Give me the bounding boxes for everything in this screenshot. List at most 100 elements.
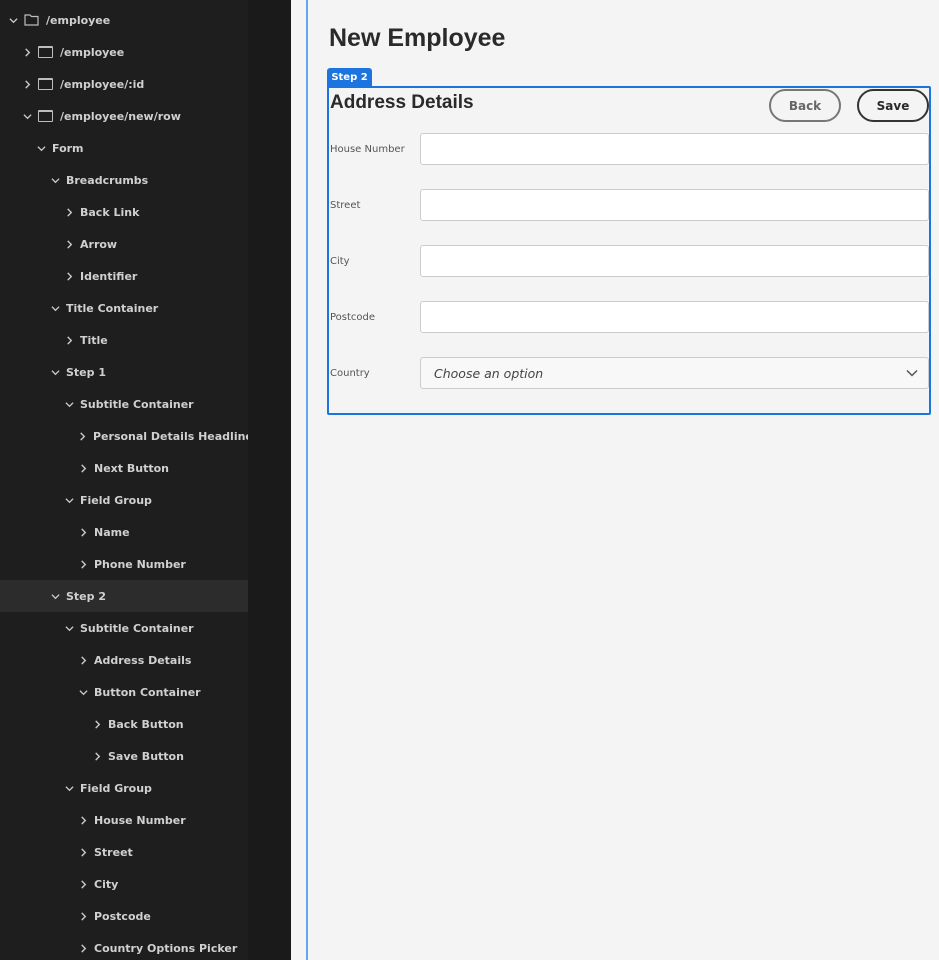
step-tag[interactable]: Step 2 <box>327 68 372 87</box>
back-button[interactable]: Back <box>769 89 841 122</box>
chevron-down-icon[interactable] <box>22 111 32 121</box>
chevron-right-icon[interactable] <box>78 879 88 889</box>
tree-item-label: Back Link <box>80 205 140 219</box>
tree-item[interactable]: Subtitle Container <box>0 388 248 420</box>
tree-item[interactable]: Next Button <box>0 452 248 484</box>
chevron-right-icon[interactable] <box>92 751 102 761</box>
field-label: House Number <box>330 143 405 155</box>
tree-item[interactable]: /employee <box>0 4 248 36</box>
field-label: Country <box>330 367 370 379</box>
chevron-right-icon[interactable] <box>78 431 87 441</box>
tree-item[interactable]: Phone Number <box>0 548 248 580</box>
tree-item[interactable]: Name <box>0 516 248 548</box>
tree-item[interactable]: Subtitle Container <box>0 612 248 644</box>
chevron-down-icon[interactable] <box>50 303 60 313</box>
tree-item-label: Field Group <box>80 781 152 795</box>
chevron-down-icon[interactable] <box>50 591 60 601</box>
address-details-headline: Address Details <box>330 92 474 113</box>
chevron-right-icon[interactable] <box>78 527 88 537</box>
step-2-container[interactable]: Address Details Back Save House Number S… <box>327 86 931 415</box>
city-input[interactable] <box>420 245 929 277</box>
tree-item[interactable]: Country Options Picker <box>0 932 248 960</box>
tree-item[interactable]: Form <box>0 132 248 164</box>
tree-item[interactable]: Street <box>0 836 248 868</box>
chevron-right-icon[interactable] <box>92 719 102 729</box>
tree-item-label: Step 2 <box>66 589 106 603</box>
tree-item[interactable]: Save Button <box>0 740 248 772</box>
tree-item[interactable]: Step 2 <box>0 580 248 612</box>
window-icon <box>38 78 53 90</box>
tree-item[interactable]: Breadcrumbs <box>0 164 248 196</box>
tree-item[interactable]: Title <box>0 324 248 356</box>
tree-item[interactable]: House Number <box>0 804 248 836</box>
chevron-right-icon[interactable] <box>78 943 88 953</box>
tree-item[interactable]: Title Container <box>0 292 248 324</box>
chevron-right-icon[interactable] <box>78 911 88 921</box>
chevron-right-icon[interactable] <box>22 79 32 89</box>
field-label: City <box>330 255 350 267</box>
tree-item[interactable]: Identifier <box>0 260 248 292</box>
chevron-right-icon[interactable] <box>78 847 88 857</box>
tree-item[interactable]: Personal Details Headline <box>0 420 248 452</box>
chevron-down-icon[interactable] <box>78 687 88 697</box>
tree-item[interactable]: /employee <box>0 36 248 68</box>
preview-canvas: New Employee Step 2 Address Details Back… <box>291 0 939 960</box>
tree-item-label: Title Container <box>66 301 159 315</box>
panel-divider <box>248 0 291 960</box>
house-number-field: House Number <box>329 133 929 165</box>
tree-item[interactable]: Address Details <box>0 644 248 676</box>
tree-item[interactable]: Button Container <box>0 676 248 708</box>
tree-item-label: Street <box>94 845 133 859</box>
tree-item-label: Personal Details Headline <box>93 429 248 443</box>
chevron-right-icon[interactable] <box>78 655 88 665</box>
tree-item[interactable]: /employee/:id <box>0 68 248 100</box>
save-button[interactable]: Save <box>857 89 929 122</box>
country-field: Country Choose an option <box>329 357 929 389</box>
chevron-down-icon[interactable] <box>64 495 74 505</box>
chevron-right-icon[interactable] <box>64 271 74 281</box>
tree-item[interactable]: Postcode <box>0 900 248 932</box>
tree-item[interactable]: /employee/new/row <box>0 100 248 132</box>
tree-item-label: Postcode <box>94 909 151 923</box>
tree-item-label: Country Options Picker <box>94 941 238 955</box>
tree-item[interactable]: Back Link <box>0 196 248 228</box>
chevron-down-icon[interactable] <box>36 143 46 153</box>
window-icon <box>38 110 53 122</box>
field-label: Postcode <box>330 311 376 323</box>
city-field: City <box>329 245 929 277</box>
chevron-down-icon[interactable] <box>64 783 74 793</box>
street-field: Street <box>329 189 929 221</box>
chevron-down-icon[interactable] <box>64 623 74 633</box>
chevron-right-icon[interactable] <box>78 815 88 825</box>
tree-item-label: /employee <box>46 13 111 27</box>
tree-item-label: Button Container <box>94 685 201 699</box>
chevron-down-icon[interactable] <box>50 367 60 377</box>
tree-item[interactable]: Field Group <box>0 484 248 516</box>
chevron-right-icon[interactable] <box>22 47 32 57</box>
street-input[interactable] <box>420 189 929 221</box>
tree-item[interactable]: Step 1 <box>0 356 248 388</box>
tree-item-label: /employee <box>60 45 125 59</box>
postcode-field: Postcode <box>329 301 929 333</box>
tree-item[interactable]: City <box>0 868 248 900</box>
house-number-input[interactable] <box>420 133 929 165</box>
country-select[interactable]: Choose an option <box>420 357 929 389</box>
folder-icon <box>24 14 39 26</box>
chevron-right-icon[interactable] <box>64 239 74 249</box>
chevron-down-icon[interactable] <box>50 175 60 185</box>
country-placeholder: Choose an option <box>434 365 544 381</box>
tree-item[interactable]: Arrow <box>0 228 248 260</box>
chevron-right-icon[interactable] <box>78 463 88 473</box>
tree-item[interactable]: Back Button <box>0 708 248 740</box>
chevron-down-icon[interactable] <box>64 399 74 409</box>
tree-item-label: Field Group <box>80 493 152 507</box>
tree-item-label: Back Button <box>108 717 184 731</box>
chevron-right-icon[interactable] <box>64 335 74 345</box>
tree-item-label: Subtitle Container <box>80 397 194 411</box>
chevron-right-icon[interactable] <box>78 559 88 569</box>
tree-item[interactable]: Field Group <box>0 772 248 804</box>
postcode-input[interactable] <box>420 301 929 333</box>
chevron-right-icon[interactable] <box>64 207 74 217</box>
chevron-down-icon[interactable] <box>8 15 18 25</box>
guide-line <box>306 0 308 960</box>
